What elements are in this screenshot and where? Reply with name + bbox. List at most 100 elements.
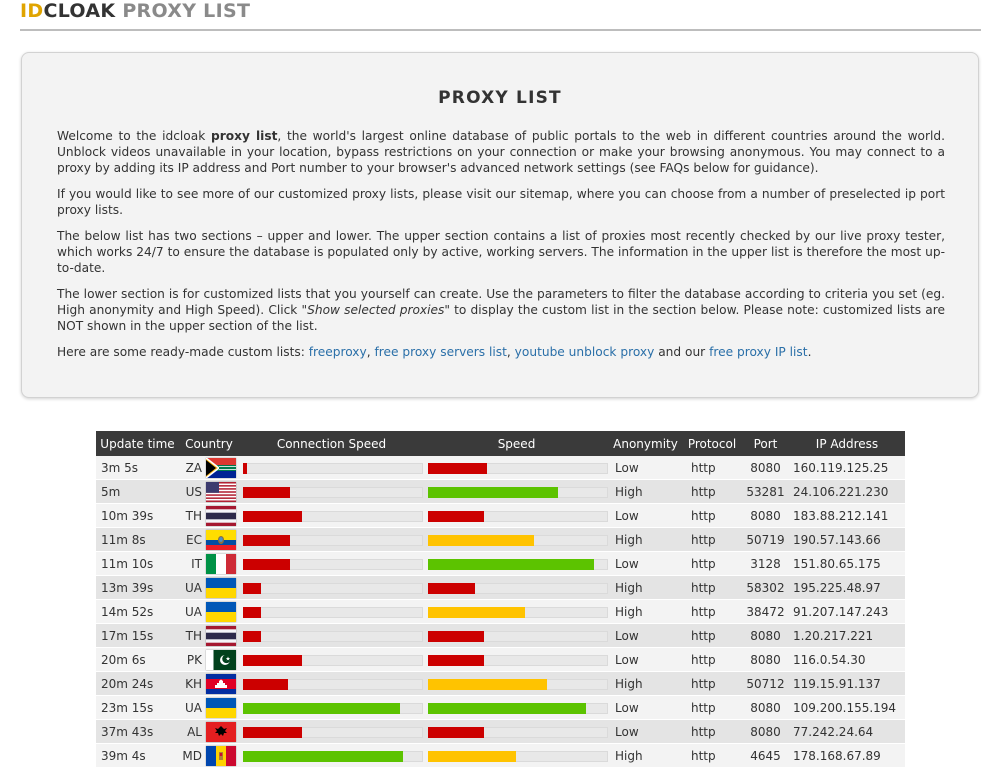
country-cell: US <box>179 479 239 504</box>
ip-address-cell[interactable]: 195.225.48.97 <box>789 575 905 600</box>
country-cell: MD <box>179 743 239 768</box>
speed-fill <box>428 510 484 522</box>
connection-speed-fill <box>243 654 303 666</box>
speed-bar <box>428 654 608 666</box>
header-anonymity[interactable]: Anonymity <box>609 431 682 456</box>
country-cell: AL <box>179 719 239 744</box>
header-country[interactable]: Country <box>179 431 239 456</box>
connection-speed-cell <box>239 647 424 672</box>
header-ip-address[interactable]: IP Address <box>789 431 905 456</box>
ip-address-cell[interactable]: 190.57.143.66 <box>789 527 905 552</box>
protocol-cell: http <box>682 456 742 480</box>
header-speed[interactable]: Speed <box>424 431 609 456</box>
update-time-cell: 5m <box>96 479 179 504</box>
logo-part-cloak: CLOAK <box>43 0 116 22</box>
speed-cell <box>424 527 609 552</box>
logo-part-proxy-list: PROXY LIST <box>122 0 251 22</box>
speed-bar <box>428 534 608 546</box>
ip-address-cell[interactable]: 183.88.212.141 <box>789 503 905 528</box>
protocol-cell: http <box>682 551 742 576</box>
us-flag-icon <box>206 481 236 502</box>
speed-bar <box>428 606 608 618</box>
ip-address-cell[interactable]: 119.15.91.137 <box>789 671 905 696</box>
port-cell[interactable]: 8080 <box>742 503 789 528</box>
speed-fill <box>428 462 488 474</box>
speed-cell <box>424 575 609 600</box>
ip-address-cell[interactable]: 1.20.217.221 <box>789 623 905 648</box>
update-time-cell: 20m 24s <box>96 671 179 696</box>
speed-bar <box>428 462 608 474</box>
speed-cell <box>424 479 609 504</box>
port-cell[interactable]: 8080 <box>742 623 789 648</box>
al-flag-icon <box>206 721 236 742</box>
port-cell[interactable]: 3128 <box>742 551 789 576</box>
proxy-list-bold: proxy list <box>210 129 278 143</box>
ip-address-cell[interactable]: 116.0.54.30 <box>789 647 905 672</box>
connection-speed-bar <box>243 726 423 738</box>
port-cell[interactable]: 38472 <box>742 599 789 624</box>
intro-heading: PROXY LIST <box>438 88 562 108</box>
th-flag-icon <box>206 625 236 646</box>
update-time-cell: 20m 6s <box>96 647 179 672</box>
header-connection-speed[interactable]: Connection Speed <box>239 431 424 456</box>
ip-address-cell[interactable]: 77.242.24.64 <box>789 719 905 744</box>
table-row: 20m 24s KH High http 50712 119.15.91.137 <box>96 671 905 696</box>
port-cell[interactable]: 8080 <box>742 695 789 720</box>
port-cell[interactable]: 53281 <box>742 479 789 504</box>
table-row: 39m 4s MD High http 4645 178.168.67.89 <box>96 743 905 768</box>
link-free-proxy-ip-list[interactable]: free proxy IP list <box>709 345 807 359</box>
port-cell[interactable]: 50712 <box>742 671 789 696</box>
country-cell: TH <box>179 623 239 648</box>
port-cell[interactable]: 4645 <box>742 743 789 768</box>
table-row: 10m 39s TH Low http 8080 183.88.212.141 <box>96 503 905 528</box>
link-freeproxy[interactable]: freeproxy <box>309 345 367 359</box>
table-row: 5m US High http 53281 24.106.221.230 <box>96 479 905 504</box>
ip-address-cell[interactable]: 160.119.125.25 <box>789 456 905 480</box>
header-protocol[interactable]: Protocol <box>682 431 742 456</box>
link-free-proxy-servers-list[interactable]: free proxy servers list <box>374 345 506 359</box>
speed-bar <box>428 558 608 570</box>
speed-fill <box>428 654 484 666</box>
intro-paragraph-3: The below list has two sections – upper … <box>57 229 945 275</box>
port-cell[interactable]: 8080 <box>742 719 789 744</box>
intro-text: Welcome to the idcloak proxy list, the w… <box>57 128 945 370</box>
ip-address-cell[interactable]: 91.207.147.243 <box>789 599 905 624</box>
anonymity-cell: High <box>609 599 682 624</box>
table-row: 37m 43s AL Low http 8080 77.242.24.64 <box>96 719 905 744</box>
anonymity-cell: Low <box>609 456 682 480</box>
protocol-cell: http <box>682 719 742 744</box>
connection-speed-bar <box>243 702 423 714</box>
update-time-cell: 10m 39s <box>96 503 179 528</box>
country-cell: UA <box>179 599 239 624</box>
ip-address-cell[interactable]: 178.168.67.89 <box>789 743 905 768</box>
intro-paragraph-1: Welcome to the idcloak proxy list, the w… <box>57 129 945 175</box>
speed-cell <box>424 456 609 480</box>
update-time-cell: 11m 8s <box>96 527 179 552</box>
speed-bar <box>428 678 608 690</box>
speed-cell <box>424 743 609 768</box>
connection-speed-fill <box>243 726 303 738</box>
ip-address-cell[interactable]: 109.200.155.194 <box>789 695 905 720</box>
port-cell[interactable]: 50719 <box>742 527 789 552</box>
ip-address-cell[interactable]: 24.106.221.230 <box>789 479 905 504</box>
za-flag-icon <box>206 457 236 478</box>
anonymity-cell: High <box>609 575 682 600</box>
port-cell[interactable]: 8080 <box>742 647 789 672</box>
anonymity-cell: High <box>609 743 682 768</box>
port-cell[interactable]: 58302 <box>742 575 789 600</box>
site-logo[interactable]: IDCLOAK PROXY LIST <box>20 0 250 22</box>
table-row: 23m 15s UA Low http 8080 109.200.155.194 <box>96 695 905 720</box>
port-cell[interactable]: 8080 <box>742 456 789 480</box>
header-port[interactable]: Port <box>742 431 789 456</box>
country-cell: KH <box>179 671 239 696</box>
header-update-time[interactable]: Update time <box>96 431 179 456</box>
speed-cell <box>424 551 609 576</box>
speed-fill <box>428 534 535 546</box>
country-cell: EC <box>179 527 239 552</box>
protocol-cell: http <box>682 695 742 720</box>
ip-address-cell[interactable]: 151.80.65.175 <box>789 551 905 576</box>
speed-cell <box>424 695 609 720</box>
protocol-cell: http <box>682 527 742 552</box>
country-cell: UA <box>179 575 239 600</box>
link-youtube-unblock-proxy[interactable]: youtube unblock proxy <box>515 345 655 359</box>
